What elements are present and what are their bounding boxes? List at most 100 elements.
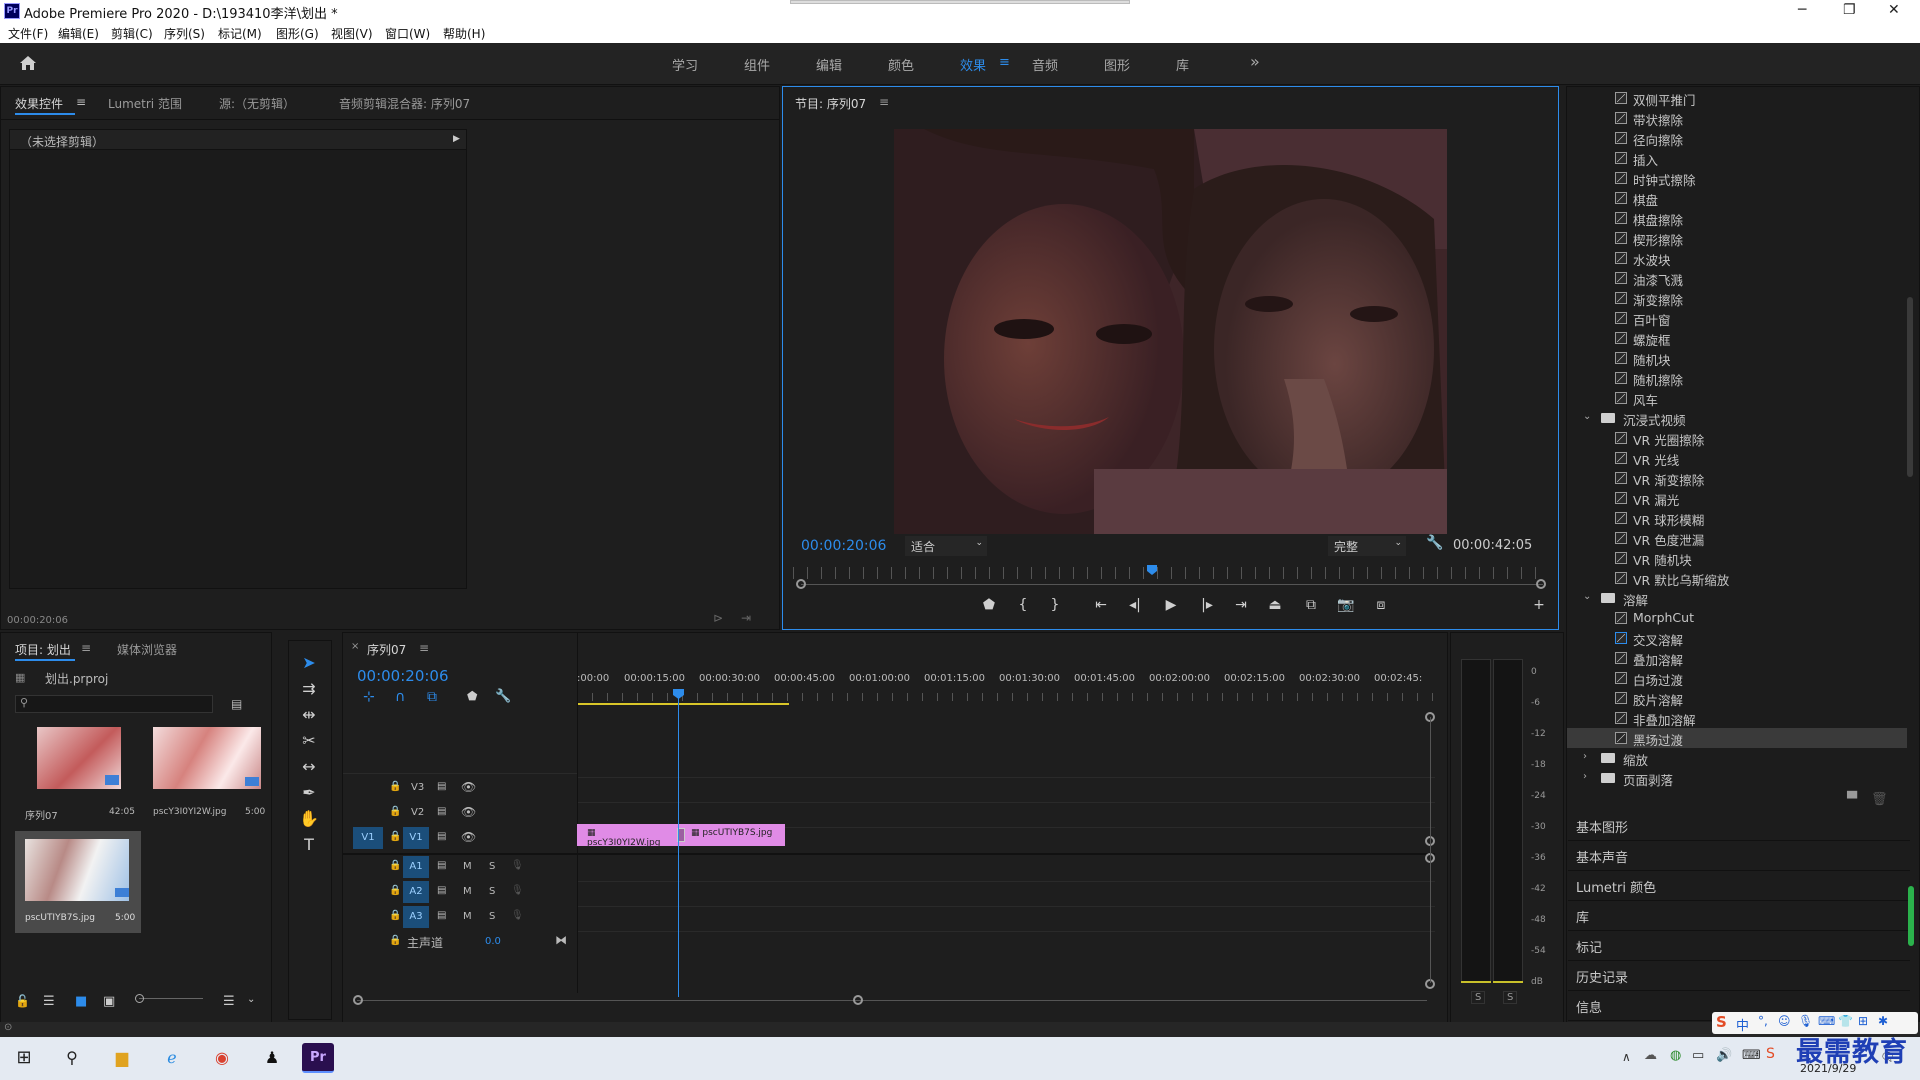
chrome-icon[interactable]: ◉ — [206, 1043, 238, 1073]
ie-browser-icon[interactable]: ℯ — [156, 1043, 188, 1073]
file-explorer-icon[interactable]: ▆ — [106, 1043, 138, 1073]
effects-item[interactable]: 胶片溶解 — [1567, 688, 1907, 708]
panel-stack-essential-graphics[interactable]: 基本图形 — [1568, 811, 1910, 841]
effects-folder[interactable]: › 缩放 — [1567, 748, 1907, 768]
nest-sequence-icon[interactable]: ⊹ — [363, 689, 375, 705]
program-video-frame[interactable] — [894, 129, 1447, 534]
ripple-edit-tool-icon[interactable]: ⇹ — [295, 705, 323, 729]
mark-out-icon[interactable]: } — [1043, 597, 1067, 619]
solo-button[interactable]: S — [489, 886, 495, 897]
effects-item[interactable]: VR 随机块 — [1567, 548, 1907, 568]
tab-audio-clip-mixer[interactable]: 音频剪辑混合器: 序列07 — [339, 95, 470, 112]
mic-icon[interactable]: 🎙 — [511, 910, 524, 921]
zoom-handle-right[interactable] — [1536, 579, 1546, 589]
lock-icon[interactable]: 🔒 — [389, 781, 401, 792]
workspace-tab-assembly[interactable]: 组件 — [744, 55, 770, 74]
eye-icon[interactable]: 👁 — [461, 780, 476, 794]
add-marker-icon[interactable]: ⬟ — [467, 689, 477, 703]
effects-item[interactable]: 楔形擦除 — [1567, 228, 1907, 248]
razor-tool-icon[interactable]: ✂ — [295, 731, 323, 755]
effects-item[interactable]: VR 漏光 — [1567, 488, 1907, 508]
expand-arrow-icon[interactable]: ▶ — [453, 134, 460, 144]
solo-left-button[interactable]: S — [1471, 991, 1486, 1004]
filter-icon[interactable]: ⊳ — [713, 611, 723, 625]
lock-icon[interactable]: 🔒 — [389, 935, 401, 946]
panel-stack-libraries[interactable]: 库 — [1568, 901, 1910, 931]
track-target-a2[interactable]: A2 — [403, 881, 429, 903]
comparison-view-icon[interactable]: ⧈ — [1369, 597, 1393, 619]
timeline-clip-2[interactable]: ▦ pscUTIYB7S.jpg — [681, 824, 785, 846]
timeline-playhead[interactable] — [678, 689, 679, 997]
program-playhead-timecode[interactable]: 00:00:20:06 — [801, 538, 886, 554]
lock-icon[interactable]: 🔒 — [389, 910, 401, 921]
go-to-end-icon[interactable]: ⧓ — [555, 933, 567, 947]
timeline-clip-1[interactable]: ▦ pscY3I0YI2W.jpg — [577, 824, 681, 848]
mute-button[interactable]: M — [463, 861, 472, 872]
thumbnail-size-slider[interactable] — [139, 998, 203, 999]
eye-icon[interactable]: 👁 — [461, 830, 476, 844]
menu-view[interactable]: 视图(V) — [331, 25, 373, 42]
step-forward-icon[interactable]: |▸ — [1195, 597, 1219, 619]
hand-tool-icon[interactable]: ✋ — [295, 809, 323, 833]
project-item-image-2[interactable]: pscUTIYB7S.jpg 5:00 — [15, 831, 141, 933]
menu-graphics[interactable]: 图形(G) — [276, 25, 319, 42]
project-item-image-1[interactable]: pscY3I0YI2W.jpg 5:00 — [147, 727, 273, 841]
add-marker-icon[interactable]: ⬟ — [977, 597, 1001, 619]
effects-folder[interactable]: ⌄ 沉浸式视频 — [1567, 408, 1907, 428]
effects-item[interactable]: 双侧平推门 — [1567, 88, 1907, 108]
tab-lumetri-scopes[interactable]: Lumetri 范围 — [108, 95, 182, 112]
chevron-right-icon[interactable]: › — [1583, 751, 1587, 762]
vertical-scroll-track[interactable] — [1430, 717, 1431, 983]
menu-help[interactable]: 帮助(H) — [443, 25, 485, 42]
emoji-icon[interactable]: ☺ — [1778, 1014, 1791, 1028]
solo-button[interactable]: S — [489, 911, 495, 922]
effects-item[interactable]: 带状擦除 — [1567, 108, 1907, 128]
effects-item[interactable]: 黑场过渡 — [1567, 728, 1907, 748]
effects-item[interactable]: 渐变擦除 — [1567, 288, 1907, 308]
workspace-tab-color[interactable]: 颜色 — [888, 55, 914, 74]
lock-icon[interactable]: 🔒 — [389, 831, 401, 842]
lock-icon[interactable]: 🔒 — [389, 806, 401, 817]
wrench-icon[interactable]: 🔧 — [1426, 535, 1443, 551]
effects-item[interactable]: 风车 — [1567, 388, 1907, 408]
tray-icon[interactable]: ◍ — [1670, 1048, 1681, 1063]
track-target-a3[interactable]: A3 — [403, 906, 429, 928]
effects-item[interactable]: VR 渐变擦除 — [1567, 468, 1907, 488]
workspace-tab-libraries[interactable]: 库 — [1176, 55, 1189, 74]
zoom-scroll-track[interactable] — [801, 584, 1543, 585]
effects-item[interactable]: VR 色度泄漏 — [1567, 528, 1907, 548]
effects-item[interactable]: 随机擦除 — [1567, 368, 1907, 388]
workspace-tab-audio[interactable]: 音频 — [1032, 55, 1058, 74]
effects-item[interactable]: VR 球形模糊 — [1567, 508, 1907, 528]
playback-resolution-dropdown[interactable]: 完整 ⌄ — [1328, 536, 1406, 556]
panel-stack-lumetri-color[interactable]: Lumetri 颜色 — [1568, 871, 1910, 901]
close-icon[interactable]: ✕ — [1888, 2, 1900, 18]
delete-icon[interactable]: 🗑 — [1871, 792, 1888, 807]
chevron-down-icon[interactable]: ⌄ — [1583, 411, 1591, 422]
panel-stack-markers[interactable]: 标记 — [1568, 931, 1910, 961]
maximize-icon[interactable]: ❐ — [1843, 2, 1856, 18]
effects-item[interactable]: 非叠加溶解 — [1567, 708, 1907, 728]
system-tray-chevron-icon[interactable]: ∧ — [1622, 1050, 1631, 1064]
more-workspaces-icon[interactable]: » — [1250, 52, 1260, 71]
workspace-tab-learn[interactable]: 学习 — [672, 55, 698, 74]
sync-lock-icon[interactable]: ▤ — [437, 806, 446, 817]
keyboard-icon[interactable]: ⌨ — [1818, 1014, 1835, 1028]
solo-button[interactable]: S — [489, 861, 495, 872]
effects-item[interactable]: VR 光线 — [1567, 448, 1907, 468]
zoom-handle-left[interactable] — [796, 579, 806, 589]
effects-item[interactable]: 棋盘 — [1567, 188, 1907, 208]
sogou-logo-icon[interactable]: S — [1716, 1013, 1727, 1031]
menu-window[interactable]: 窗口(W) — [385, 25, 430, 42]
go-to-out-icon[interactable]: ⇥ — [1229, 597, 1253, 619]
linked-selection-icon[interactable]: ⧉ — [427, 689, 437, 705]
sync-lock-icon[interactable]: ▤ — [437, 910, 446, 921]
skin-icon[interactable]: 👕 — [1838, 1014, 1853, 1028]
freeform-view-icon[interactable]: ▣ — [103, 994, 115, 1009]
button-editor-plus-icon[interactable]: + — [1527, 597, 1551, 619]
close-tab-icon[interactable]: × — [351, 641, 359, 652]
mute-button[interactable]: M — [463, 911, 472, 922]
effects-item[interactable]: 水波块 — [1567, 248, 1907, 268]
menu-sequence[interactable]: 序列(S) — [164, 25, 205, 42]
snap-icon[interactable]: ∩ — [395, 689, 405, 705]
